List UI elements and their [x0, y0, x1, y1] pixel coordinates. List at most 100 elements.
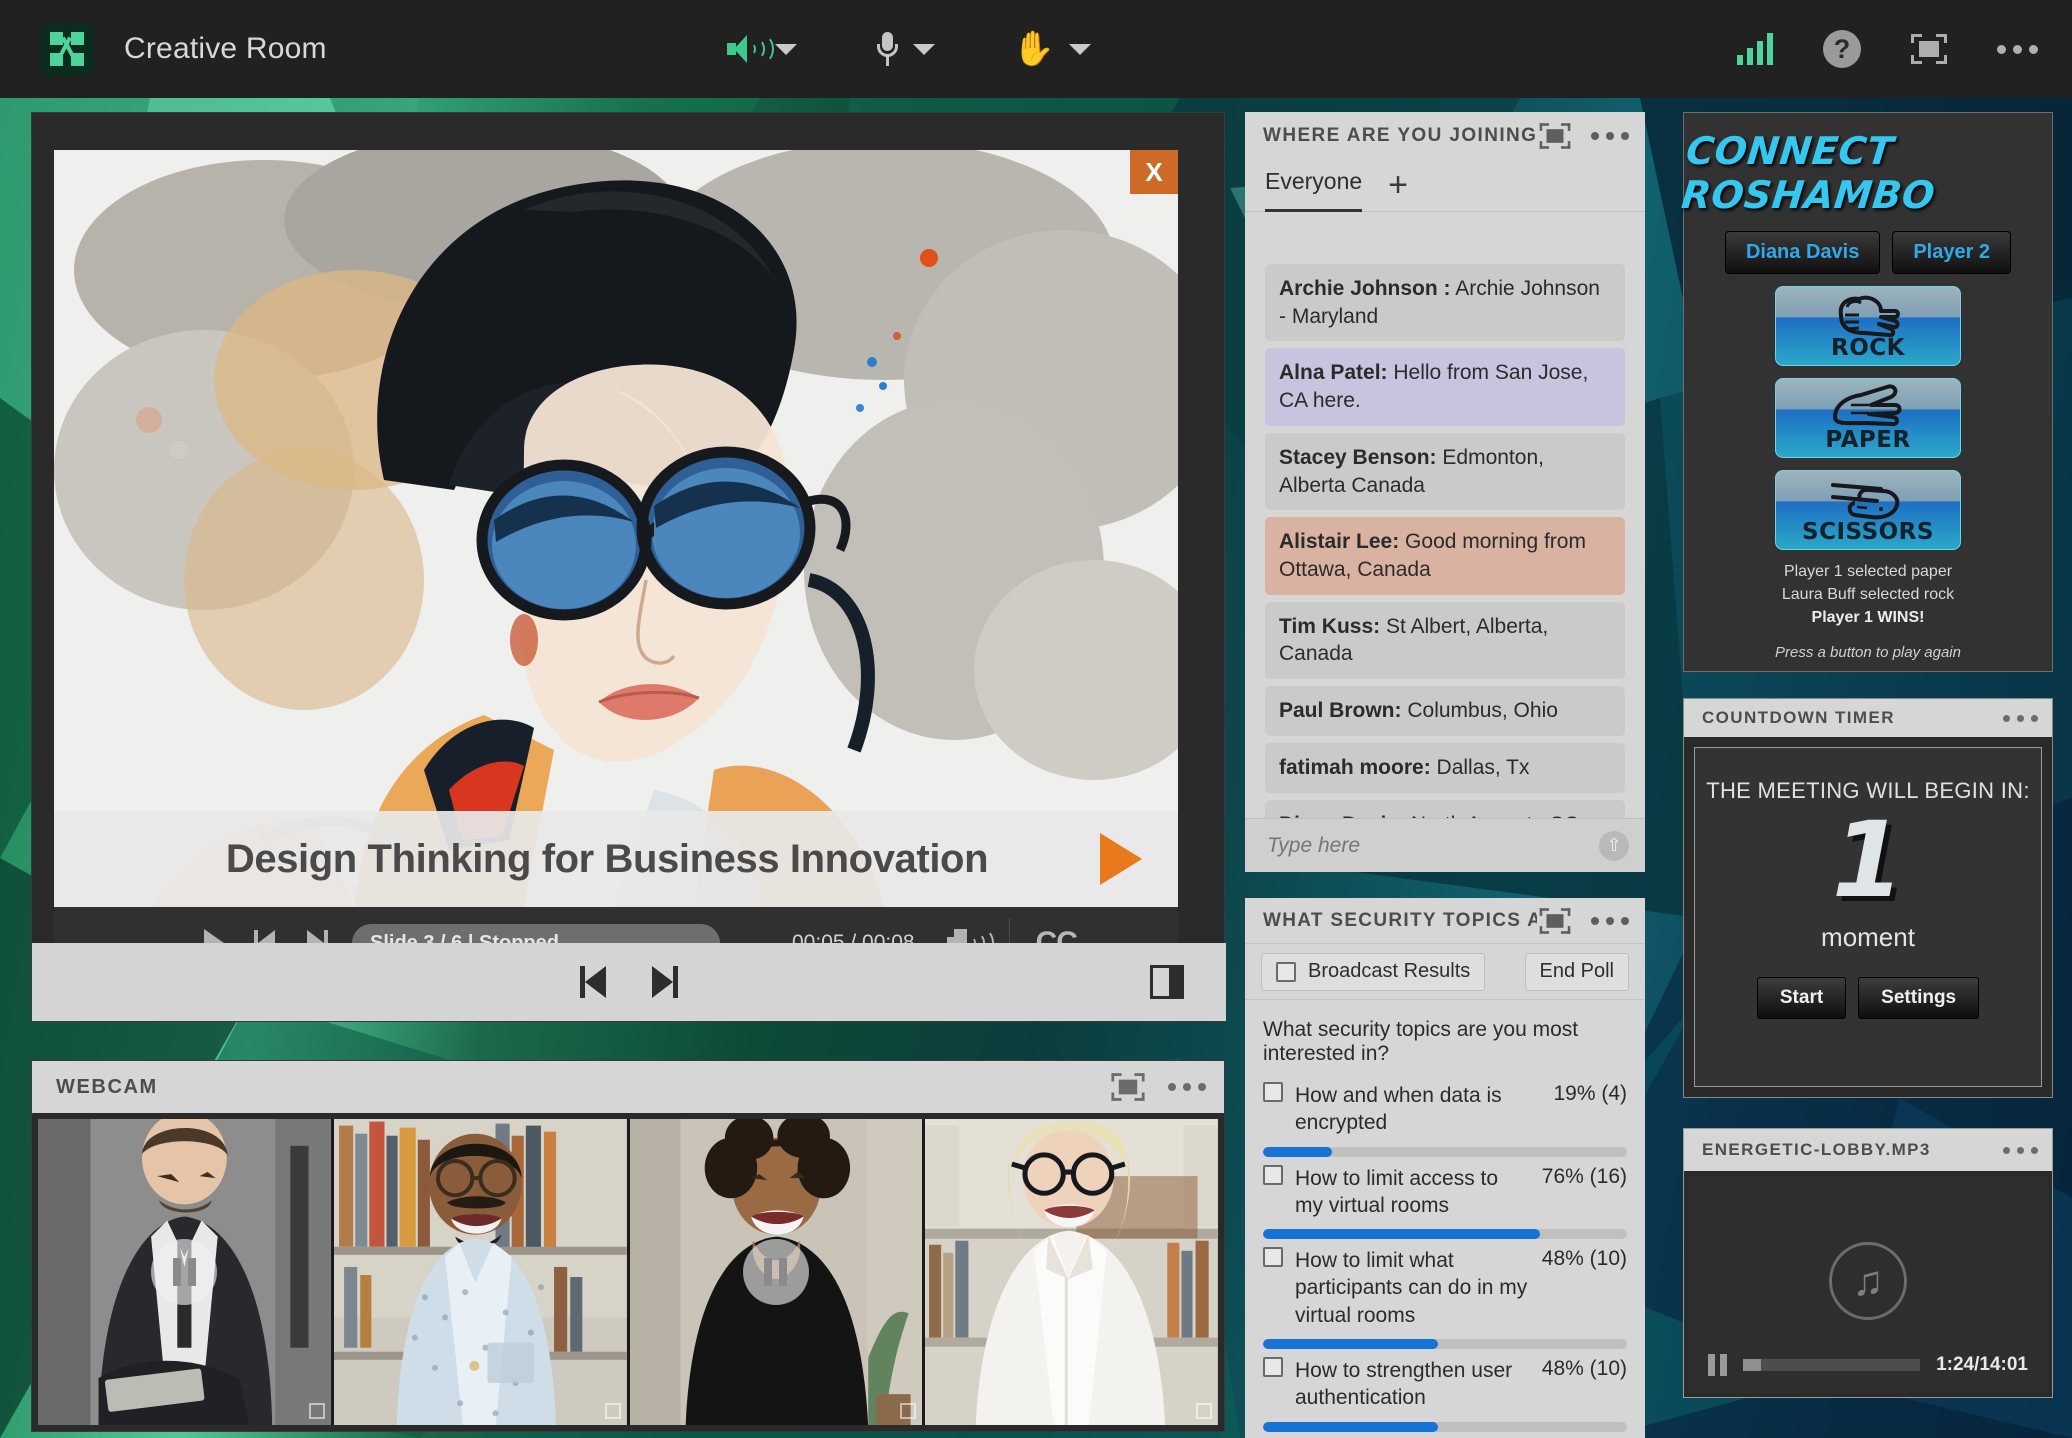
- countdown-timer-pod: COUNTDOWN TIMER THE MEETING WILL BEGIN I…: [1683, 698, 2053, 1098]
- chat-text: Columbus, Ohio: [1402, 699, 1558, 722]
- chat-message: Diana Davis: North Augusta SC: [1265, 800, 1625, 818]
- more-options-icon[interactable]: [1168, 1083, 1206, 1091]
- tile-resize-handle[interactable]: [309, 1403, 325, 1419]
- tile-resize-handle[interactable]: [1196, 1403, 1212, 1419]
- next-icon[interactable]: [650, 966, 678, 998]
- help-icon[interactable]: ?: [1823, 30, 1861, 68]
- chevron-down-icon[interactable]: [1069, 44, 1091, 55]
- audio-pod-header: ENERGETIC-LOBBY.MP3: [1684, 1129, 2052, 1171]
- connection-strength-icon[interactable]: [1737, 33, 1773, 65]
- timer-body: THE MEETING WILL BEGIN IN: 1 moment Star…: [1694, 747, 2042, 1087]
- rock-button[interactable]: ROCK: [1775, 286, 1961, 366]
- webcam-tile[interactable]: [925, 1119, 1218, 1425]
- player-1-button[interactable]: Diana Davis: [1725, 231, 1880, 274]
- send-up-arrow-icon[interactable]: ⇧: [1599, 831, 1629, 861]
- raise-hand-control[interactable]: ✋: [1013, 32, 1091, 66]
- tile-resize-handle[interactable]: [900, 1403, 916, 1419]
- webcam-tile[interactable]: [334, 1119, 627, 1425]
- webcam-pod-header: WEBCAM: [32, 1061, 1224, 1113]
- chat-tabs: Everyone +: [1245, 160, 1645, 212]
- broadcast-results-button[interactable]: Broadcast Results: [1261, 953, 1485, 991]
- checkbox-icon[interactable]: [1263, 1247, 1283, 1267]
- more-options-icon[interactable]: [2003, 715, 2038, 722]
- poll-option-label: How to limit what participants can do in…: [1295, 1247, 1542, 1329]
- settings-button[interactable]: Settings: [1858, 977, 1979, 1019]
- more-options-icon[interactable]: [1591, 917, 1629, 925]
- more-options-icon[interactable]: [2003, 1147, 2038, 1154]
- chat-message: Alistair Lee: Good morning from Ottawa, …: [1265, 517, 1625, 594]
- webcam-tile[interactable]: [38, 1119, 331, 1425]
- raise-hand-icon[interactable]: ✋: [1013, 32, 1055, 66]
- microphone-icon[interactable]: [875, 32, 899, 66]
- paper-button[interactable]: PAPER: [1775, 378, 1961, 458]
- fullscreen-icon[interactable]: [1540, 908, 1571, 934]
- poll-pod-header: WHAT SECURITY TOPICS ARE YOU...: [1245, 898, 1645, 944]
- chat-message: Stacey Benson: Edmonton, Alberta Canada: [1265, 433, 1625, 510]
- more-options-icon[interactable]: [1591, 132, 1629, 140]
- tab-everyone[interactable]: Everyone: [1265, 168, 1362, 203]
- roshambo-replay-hint: Press a button to play again: [1775, 644, 1961, 661]
- chat-message: fatimah moore: Dallas, Tx: [1265, 743, 1625, 793]
- poll-option-value: 19% (4): [1553, 1082, 1627, 1106]
- scissors-button[interactable]: SCISSORS: [1775, 470, 1961, 550]
- plus-icon[interactable]: +: [1388, 174, 1408, 198]
- chat-sender: Archie Johnson :: [1279, 277, 1451, 300]
- timer-pod-title: COUNTDOWN TIMER: [1702, 708, 2003, 728]
- checkbox-icon[interactable]: [1263, 1082, 1283, 1102]
- speaker-control[interactable]: [727, 35, 797, 63]
- slide-viewer[interactable]: Design Thinking for Business Innovation …: [54, 150, 1178, 907]
- fullscreen-icon[interactable]: [1111, 1073, 1144, 1101]
- chat-message-list[interactable]: Archie Johnson : Archie Johnson - Maryla…: [1245, 264, 1645, 818]
- poll-option-value: 48% (10): [1542, 1357, 1627, 1381]
- fullscreen-icon[interactable]: [1911, 34, 1947, 64]
- chevron-down-icon[interactable]: [775, 44, 797, 55]
- audio-body: ♫ 1:24/14:01: [1688, 1177, 2048, 1393]
- pause-icon[interactable]: [743, 1239, 809, 1305]
- webcam-tile[interactable]: [630, 1119, 923, 1425]
- chat-sender: Stacey Benson:: [1279, 446, 1437, 469]
- poll-option[interactable]: How to protect personally 76% (16): [1245, 1432, 1645, 1438]
- poll-option[interactable]: How to strengthen user authentication 48…: [1245, 1349, 1645, 1432]
- roshambo-title: CONNECT ROSHAMBO: [1679, 129, 2056, 217]
- player-2-button[interactable]: Player 2: [1892, 231, 2011, 274]
- end-poll-label: End Poll: [1540, 960, 1615, 983]
- previous-icon[interactable]: [580, 966, 608, 998]
- webcam-pod: WEBCAM: [31, 1060, 1225, 1432]
- roshambo-players: Diana Davis Player 2: [1725, 231, 2011, 274]
- timer-number: 1: [1832, 808, 1904, 912]
- sidebar-layout-icon[interactable]: [1150, 965, 1184, 999]
- connect-logo-icon[interactable]: [40, 22, 94, 76]
- more-options-icon[interactable]: [1997, 45, 2038, 54]
- poll-pod: WHAT SECURITY TOPICS ARE YOU... Broadcas…: [1245, 898, 1645, 1438]
- microphone-control[interactable]: [875, 32, 935, 66]
- end-poll-button[interactable]: End Poll: [1525, 953, 1630, 991]
- poll-question: What security topics are you most intere…: [1245, 1000, 1645, 1074]
- checkbox-icon[interactable]: [1263, 1357, 1283, 1377]
- chevron-down-icon[interactable]: [913, 44, 935, 55]
- audio-progress-bar[interactable]: [1743, 1359, 1920, 1371]
- chat-sender: Tim Kuss:: [1279, 615, 1380, 638]
- chat-sender: Paul Brown:: [1279, 699, 1402, 722]
- poll-option[interactable]: How to limit access to my virtual rooms …: [1245, 1157, 1645, 1240]
- chat-input[interactable]: [1267, 834, 1599, 858]
- slide-artwork: [54, 150, 1178, 907]
- checkbox-icon[interactable]: [1276, 962, 1296, 982]
- poll-option[interactable]: How and when data is encrypted 19% (4): [1245, 1074, 1645, 1157]
- pause-icon[interactable]: [1708, 1354, 1727, 1376]
- checkbox-icon[interactable]: [1263, 1165, 1283, 1185]
- timer-pod-header: COUNTDOWN TIMER: [1684, 699, 2052, 737]
- poll-actions: Broadcast Results End Poll: [1245, 944, 1645, 1000]
- audio-pod: ENERGETIC-LOBBY.MP3 ♫ 1:24/14:01: [1683, 1128, 2053, 1398]
- roshambo-result: Player 1 selected paper Laura Buff selec…: [1782, 560, 1954, 630]
- webcam-grid: [38, 1119, 1218, 1425]
- tile-resize-handle[interactable]: [605, 1403, 621, 1419]
- pause-icon[interactable]: [151, 1239, 217, 1305]
- start-button[interactable]: Start: [1757, 977, 1846, 1019]
- close-icon[interactable]: X: [1130, 150, 1178, 194]
- speaker-icon[interactable]: [727, 35, 761, 63]
- poll-option-bar: [1263, 1147, 1627, 1157]
- play-triangle-icon[interactable]: [1100, 833, 1142, 885]
- top-toolbar: Creative Room ✋ ?: [0, 0, 2072, 98]
- fullscreen-icon[interactable]: [1540, 123, 1571, 149]
- poll-option[interactable]: How to limit what participants can do in…: [1245, 1239, 1645, 1349]
